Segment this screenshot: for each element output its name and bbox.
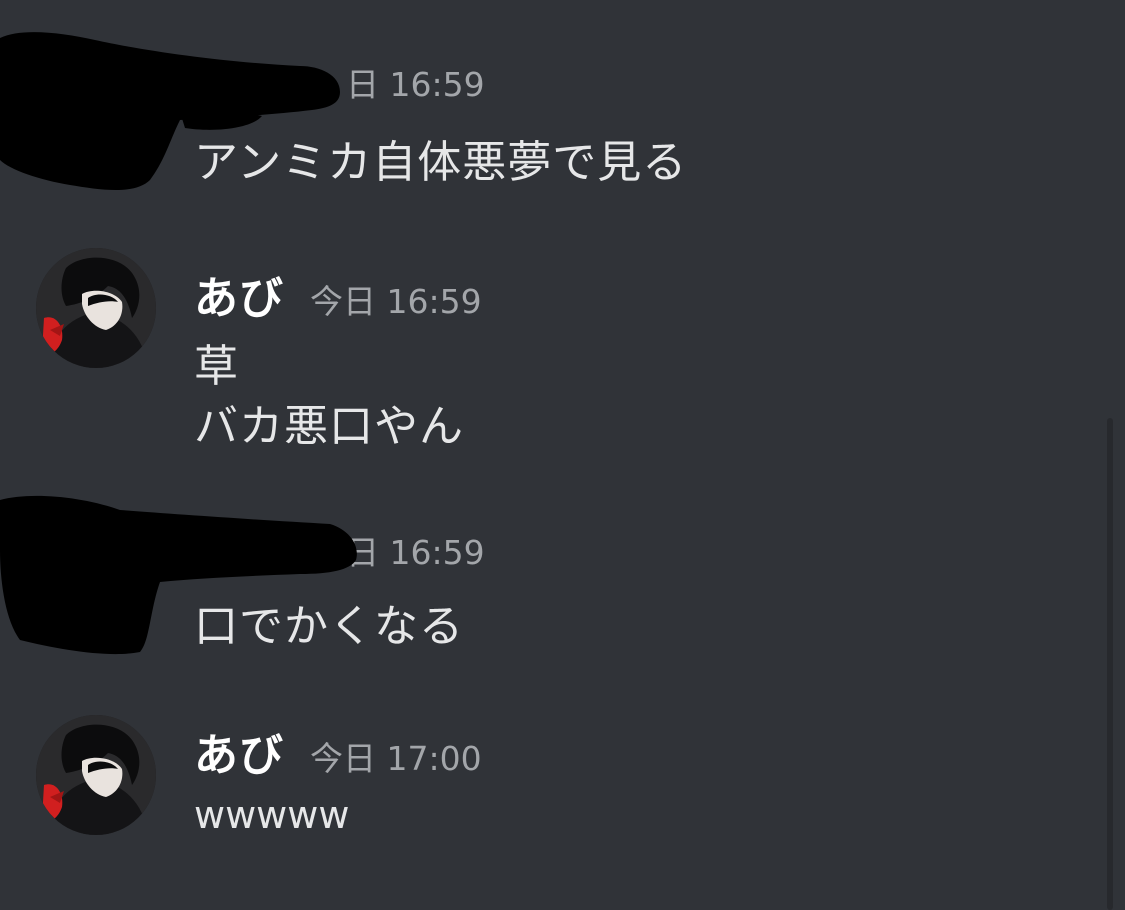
scrollbar[interactable] (1107, 418, 1113, 910)
message-text: 草 (194, 341, 239, 392)
message-group: あび 今日 17:00 wwwww (0, 705, 1100, 905)
anime-character-avatar-icon (36, 715, 156, 835)
user-avatar[interactable] (36, 248, 156, 368)
message-text: バカ悪口やん (194, 401, 464, 452)
message-text: アンミカ自体悪夢で見る (194, 137, 688, 188)
message-group: 日 16:59 口でかくなる (0, 490, 1100, 680)
user-avatar[interactable] (36, 45, 156, 165)
username[interactable]: あび (194, 719, 284, 783)
user-avatar[interactable] (36, 715, 156, 835)
message-timestamp: 今日 16:59 (310, 282, 482, 321)
message-group: あび 今日 16:59 草 バカ悪口やん (0, 240, 1100, 460)
message-timestamp: 今日 17:00 (310, 739, 482, 778)
message-text: 口でかくなる (194, 601, 464, 652)
message-text: wwwww (194, 793, 350, 837)
message-timestamp: 日 16:59 (346, 65, 485, 104)
username[interactable]: あび (194, 262, 284, 326)
message-header: 日 16:59 (194, 58, 485, 118)
anime-character-avatar-icon (36, 248, 156, 368)
message-group: 日 16:59 アンミカ自体悪夢で見る (0, 0, 1100, 200)
chat-message-list[interactable]: 日 16:59 アンミカ自体悪夢で見る あび 今日 16:59 草 バカ悪口やん (0, 0, 1125, 910)
message-timestamp: 日 16:59 (346, 533, 485, 572)
message-header: あび 今日 16:59 (194, 262, 482, 324)
message-header: 日 16:59 (194, 526, 485, 586)
message-header: あび 今日 17:00 (194, 719, 482, 781)
user-avatar[interactable] (36, 510, 156, 630)
